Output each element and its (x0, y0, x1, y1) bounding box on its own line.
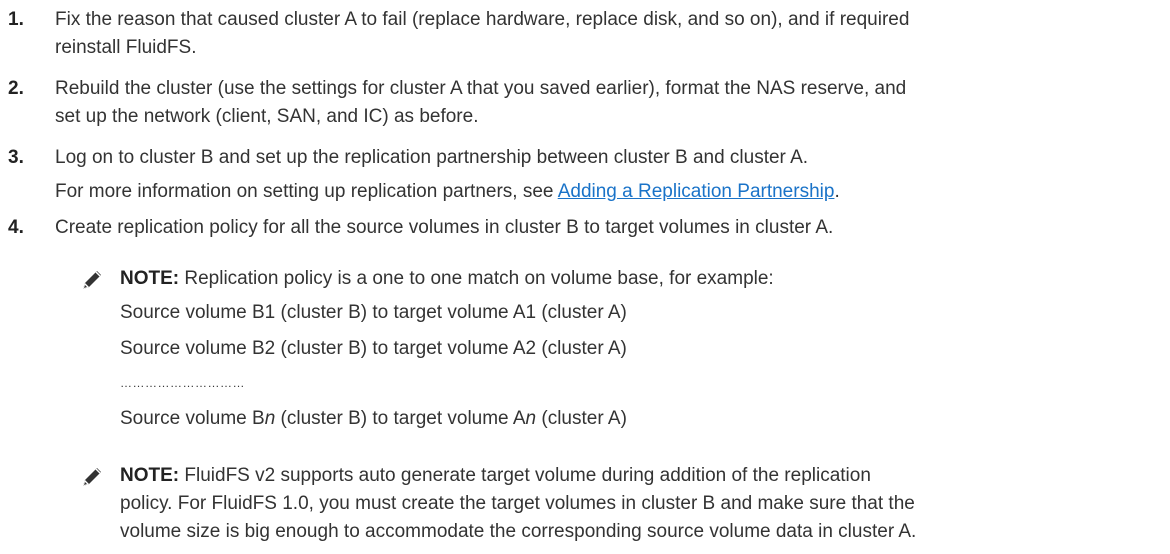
note-line: policy. For FluidFS 1.0, you must create… (120, 493, 915, 514)
note-example-part: (cluster B) to target volume A (275, 408, 526, 429)
step-number: 3. (8, 147, 24, 168)
note-example-line: Source volume B1 (cluster B) to target v… (120, 302, 627, 323)
note-ellipsis: ………………………… (120, 376, 245, 390)
note-example-italic: n (525, 408, 537, 429)
step-line: Create replication policy for all the so… (55, 217, 834, 238)
step-line: For more information on setting up repli… (55, 178, 1165, 206)
note-text-body: Replication policy is a one to one match… (179, 268, 774, 289)
step-number: 2. (8, 78, 24, 99)
step-line: reinstall FluidFS. (55, 37, 197, 58)
step-line-suffix: . (834, 181, 840, 202)
note-line: NOTE: FluidFS v2 supports auto generate … (120, 462, 1170, 490)
step-line: Rebuild the cluster (use the settings fo… (55, 78, 907, 99)
note-pencil-icon (83, 468, 101, 486)
note-example-part: Source volume B (120, 408, 265, 429)
step-line: set up the network (client, SAN, and IC)… (55, 106, 479, 127)
step-line: Fix the reason that caused cluster A to … (55, 9, 910, 30)
note-label: NOTE: (120, 268, 180, 289)
step-number: 1. (8, 9, 24, 30)
step-text: Fix the reason that caused cluster A to … (55, 6, 1165, 62)
note-line: volume size is big enough to accommodate… (120, 521, 917, 542)
step-line: Log on to cluster B and set up the repli… (55, 147, 809, 168)
adding-replication-partnership-link[interactable]: Adding a Replication Partnership (558, 181, 835, 202)
step-text: Rebuild the cluster (use the settings fo… (55, 75, 1165, 131)
step-line-prefix: For more information on setting up repli… (55, 181, 558, 202)
note-text: NOTE: FluidFS v2 supports auto generate … (120, 462, 1170, 546)
step-number: 4. (8, 217, 24, 238)
note-example-line: Source volume Bn (cluster B) to target v… (120, 405, 627, 433)
note-text: NOTE: Replication policy is a one to one… (120, 265, 1170, 293)
note-example-line: Source volume B2 (cluster B) to target v… (120, 338, 627, 359)
note-example-part: (cluster A) (536, 408, 627, 429)
note-label: NOTE: (120, 465, 180, 486)
note-pencil-icon (83, 271, 101, 289)
note-example-italic: n (264, 408, 276, 429)
note-text-body: FluidFS v2 supports auto generate target… (179, 465, 871, 486)
step-text: Create replication policy for all the so… (55, 214, 1165, 242)
step-text: Log on to cluster B and set up the repli… (55, 144, 1165, 206)
